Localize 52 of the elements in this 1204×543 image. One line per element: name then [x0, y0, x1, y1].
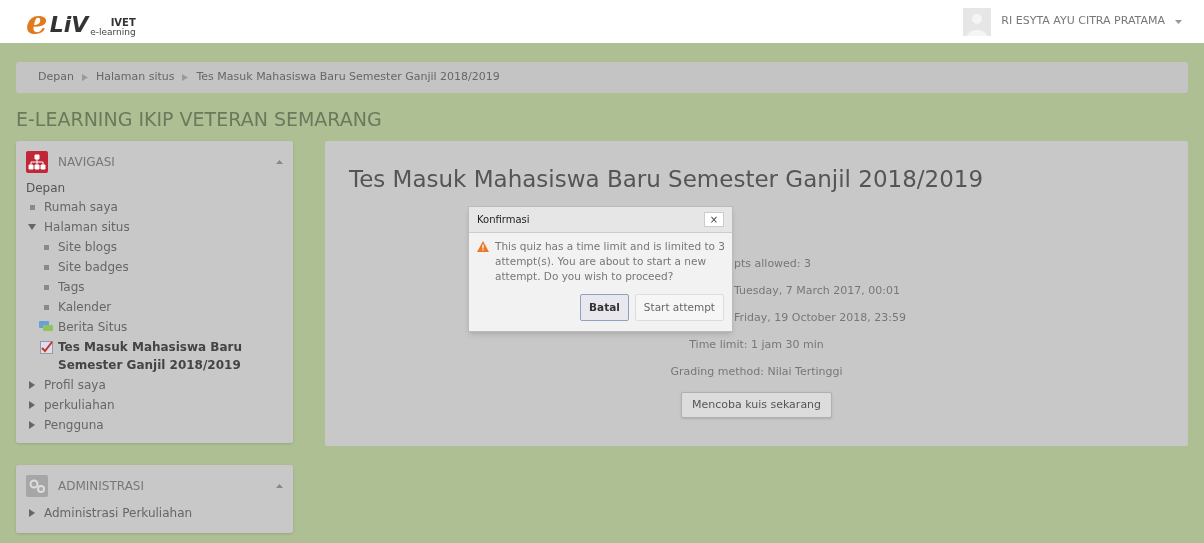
nav-link[interactable]: Kalender	[58, 298, 112, 316]
quiz-info-text: Friday, 19 October 2018, 23:59	[734, 310, 907, 326]
dialog-button[interactable]: Batal	[580, 294, 629, 321]
nav-link[interactable]: Administrasi Perkuliahan	[44, 504, 193, 522]
bullet-icon	[43, 304, 49, 310]
site-title: E-LEARNING IKIP VETERAN SEMARANG	[16, 107, 383, 131]
nav-link[interactable]: Tes Masuk Mahasiswa Baru Semester Ganjil 2018/2019	[58, 338, 283, 374]
nav-link[interactable]: Tags	[58, 278, 85, 296]
close-button[interactable]: ×	[704, 212, 724, 227]
panel-title: NAVIGASI	[58, 154, 115, 171]
caret-right-icon[interactable]	[29, 401, 35, 409]
caret-right-icon[interactable]	[29, 421, 35, 429]
dialog-button[interactable]: Start attempt	[634, 294, 724, 321]
separator-icon	[182, 74, 189, 81]
nav-link[interactable]: Depan	[26, 179, 283, 197]
caret-right-icon[interactable]	[29, 381, 35, 389]
bullet-icon	[43, 244, 49, 250]
quiz-info-text: Time limit: 1 jam 30 min	[689, 337, 824, 353]
bullet-icon	[43, 284, 49, 290]
user-menu[interactable]: RI ESYTA AYU CITRA PRATAMA	[1001, 13, 1165, 30]
checkbox-tick-icon	[39, 340, 53, 354]
bullet-icon	[29, 204, 35, 210]
quiz-info-text: Grading method: Nilai Tertinggi	[670, 364, 843, 380]
separator-icon	[81, 74, 88, 81]
nav-link[interactable]: Rumah saya	[44, 198, 118, 216]
gears-icon	[26, 475, 48, 497]
quiz-info-text: pts allowed: 3	[734, 256, 812, 272]
sitemap-icon	[26, 151, 48, 173]
bullet-icon	[43, 264, 49, 270]
nav-link[interactable]: perkuliahan	[44, 396, 115, 414]
breadcrumb-link[interactable]: Halaman situs	[95, 69, 175, 86]
breadcrumb-link[interactable]: Tes Masuk Mahasiswa Baru Semester Ganjil 2018/2019	[196, 69, 500, 86]
nav-link[interactable]: Profil saya	[44, 376, 106, 394]
nav-link[interactable]: Site badges	[58, 258, 129, 276]
nav-link[interactable]: Pengguna	[44, 416, 104, 434]
caret-down-icon[interactable]	[28, 224, 36, 230]
collapse-icon[interactable]	[276, 484, 283, 488]
nav-link[interactable]: Site blogs	[58, 238, 117, 256]
chat-bubbles-icon	[39, 321, 53, 333]
caret-down-icon[interactable]	[1175, 19, 1182, 24]
dialog-title: Konfirmasi	[477, 213, 530, 227]
collapse-icon[interactable]	[276, 160, 283, 164]
caret-right-icon[interactable]	[29, 509, 35, 517]
nav-link[interactable]: Berita Situs	[58, 318, 128, 336]
quiz-info-text: Tuesday, 7 March 2017, 00:01	[734, 283, 900, 299]
start-quiz-button[interactable]: Mencoba kuis sekarang	[680, 392, 833, 418]
quiz-title: Tes Masuk Mahasiswa Baru Semester Ganjil 2018/2019	[349, 165, 985, 194]
panel-title: ADMINISTRASI	[58, 478, 145, 495]
breadcrumb-link[interactable]: Depan	[38, 69, 74, 86]
nav-link[interactable]: Halaman situs	[44, 218, 130, 236]
dialog-message: This quiz has a time limit and is limited to 3 attempt(s). You are about to start a new attempt. Do you wish to proceed?	[495, 239, 726, 284]
warning-icon	[477, 241, 489, 252]
